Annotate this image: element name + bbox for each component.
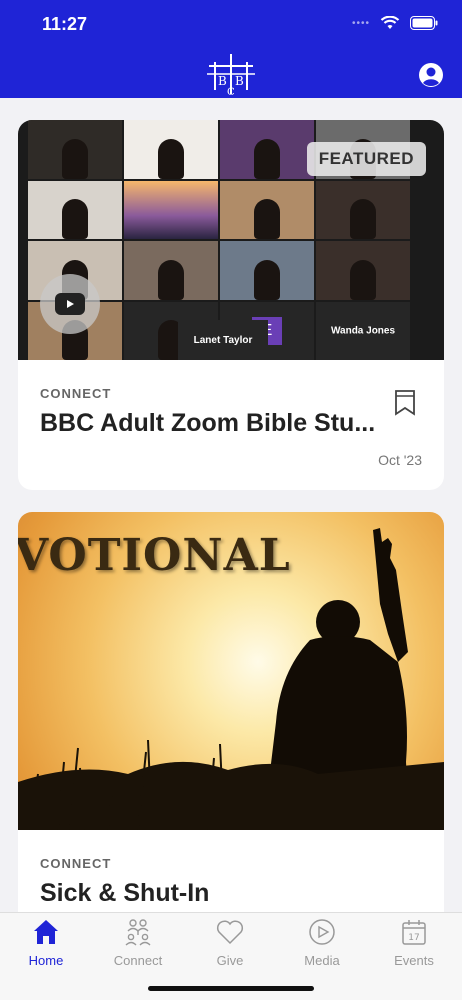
video-tile (124, 120, 218, 179)
battery-icon (410, 16, 438, 30)
status-time: 11:27 (42, 14, 88, 34)
profile-icon[interactable] (418, 62, 444, 88)
svg-text:C: C (227, 87, 235, 96)
tab-label: Events (394, 953, 434, 968)
feed-card[interactable]: VOTIONAL CONNECT Sick & Shut-In (18, 512, 444, 912)
app-header: 11:27 •••• B B C (0, 0, 462, 98)
calendar-day: 17 (408, 933, 419, 943)
tab-events[interactable]: 17 Events (368, 917, 460, 968)
tab-media[interactable]: Media (276, 917, 368, 968)
card-body: CONNECT BBC Adult Zoom Bible Stu... Oct … (18, 360, 444, 468)
video-tile (316, 241, 410, 300)
signal-icon: •••• (351, 17, 370, 29)
card-category: CONNECT (40, 386, 112, 401)
participant-name: Lanet Taylor (178, 320, 268, 360)
svg-text:B: B (218, 74, 227, 88)
play-icon (67, 300, 74, 308)
card-category: CONNECT (40, 856, 112, 871)
praying-silhouette (18, 528, 444, 830)
video-tile (28, 120, 122, 179)
video-tile (28, 180, 122, 239)
play-button[interactable] (40, 274, 100, 334)
home-icon (34, 920, 58, 944)
wifi-icon (380, 16, 400, 29)
tab-label: Connect (113, 953, 163, 968)
tab-label: Home (28, 953, 64, 968)
bookmark-icon[interactable] (394, 390, 416, 416)
svg-text:B: B (235, 74, 244, 88)
featured-badge: FEATURED (306, 142, 426, 176)
tab-home[interactable]: Home (0, 917, 92, 968)
card-thumbnail: E Wanda Jones Lanet Taylor FEATURED (18, 120, 444, 360)
heart-icon (216, 920, 244, 945)
tab-give[interactable]: Give (184, 917, 276, 968)
video-tile (124, 241, 218, 300)
video-tile (316, 180, 410, 239)
video-tile (220, 180, 314, 239)
church-logo[interactable]: B B C (203, 52, 259, 96)
home-indicator (148, 986, 314, 991)
play-circle-icon (309, 919, 335, 945)
card-title: Sick & Shut-In (40, 879, 210, 907)
card-date: Oct '23 (378, 452, 422, 468)
tab-label: Media (304, 953, 340, 968)
tab-connect[interactable]: Connect (92, 917, 184, 968)
card-thumbnail: VOTIONAL (18, 512, 444, 830)
feed-card-featured[interactable]: E Wanda Jones Lanet Taylor FEATURED CONN… (18, 120, 444, 490)
feed: E Wanda Jones Lanet Taylor FEATURED CONN… (0, 98, 462, 912)
calendar-icon: 17 (402, 920, 426, 945)
video-tile (220, 241, 314, 300)
video-tile (124, 180, 218, 239)
status-icons: •••• (352, 16, 438, 30)
video-tile (220, 120, 314, 179)
participant-name: Wanda Jones (330, 325, 396, 337)
people-icon (125, 919, 151, 946)
video-tile: Wanda Jones (316, 301, 410, 360)
card-body: CONNECT Sick & Shut-In (18, 830, 444, 908)
card-title: BBC Adult Zoom Bible Stu... (40, 409, 376, 437)
tab-label: Give (216, 953, 244, 968)
